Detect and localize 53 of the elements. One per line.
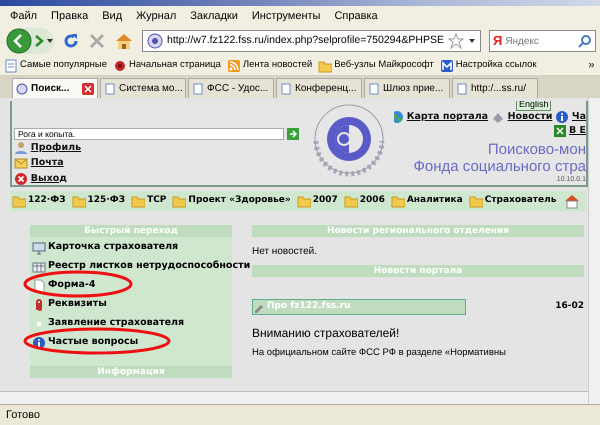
news-text: Нет новостей.	[252, 245, 318, 259]
menu-item[interactable]: Правка	[51, 8, 88, 24]
nav-link[interactable]: Новости	[508, 110, 552, 124]
nav-link[interactable]: Карта портала	[406, 110, 488, 124]
portal-title: Фонда социального стра	[413, 158, 586, 174]
user-link[interactable]: Профиль	[30, 141, 82, 156]
user-link[interactable]: Почта	[30, 156, 64, 170]
bookmark-link[interactable]: Веб-узлы Майкрософт	[318, 58, 434, 73]
panel-heading: Быстрый переход	[30, 225, 232, 237]
section-link[interactable]: 2007	[296, 194, 338, 208]
portal-title: Поисково-мон	[486, 140, 586, 158]
quick-link[interactable]: Карточка страхователя	[48, 240, 178, 255]
section-link[interactable]: Страхователь	[468, 194, 556, 208]
quick-link[interactable]: Заявление страхователя	[48, 316, 184, 331]
panel-heading: Новости регионального отделения	[252, 225, 584, 237]
browser-tab[interactable]: Поиск...	[12, 78, 98, 98]
menu-item[interactable]: Справка	[334, 8, 378, 24]
news-headline: Вниманию страхователей!	[252, 325, 400, 342]
browser-tab[interactable]: Система мо...	[100, 78, 186, 98]
bookmark-link[interactable]: Лента новостей	[226, 58, 312, 73]
bookmark-link[interactable]: Начальная страница	[112, 58, 221, 73]
menu-item[interactable]: Инструменты	[252, 8, 320, 24]
menu-item[interactable]: Журнал	[136, 8, 176, 24]
menu-item[interactable]: Файл	[10, 8, 38, 24]
quick-link[interactable]: Реестр листков нетрудоспособности	[48, 259, 250, 274]
section-link[interactable]: 2006	[344, 194, 385, 208]
browser-tab[interactable]: Шлюз прие...	[364, 78, 450, 98]
overflow-chevron[interactable]: »	[588, 57, 594, 74]
menu-item[interactable]: Вид	[102, 8, 122, 24]
status-text: Готово	[6, 408, 40, 424]
section-link[interactable]: Аналитика	[390, 194, 463, 208]
search-box[interactable]: Я Яндекс	[488, 30, 596, 52]
address-field[interactable]: http://w7.fz122.fss.ru/index.php?selprofile=750294&PHPSE	[142, 30, 481, 52]
excel-link[interactable]: В E	[568, 124, 586, 138]
bookmark-link[interactable]: Настройка ссылок	[440, 58, 537, 73]
section-link[interactable]: Проект «Здоровье»	[172, 194, 291, 208]
bookmark-link[interactable]: Самые популярные	[4, 58, 107, 73]
section-link[interactable]: 125·ФЗ	[72, 194, 126, 208]
news-body: На официальном сайте ФСС РФ в разделе «Нормативны	[252, 346, 507, 360]
news-date: 16-02	[555, 300, 584, 314]
quick-link[interactable]: Реквизиты	[48, 297, 107, 312]
organization-select[interactable]: Рога и копыта.	[14, 128, 284, 140]
search-engine-logo[interactable]: Я	[492, 31, 502, 51]
browser-tab[interactable]: ФСС - Удос...	[188, 78, 274, 98]
panel-heading: Новости портала	[252, 265, 584, 277]
user-link[interactable]: Выход	[30, 172, 67, 186]
browser-tab[interactable]: Конференц...	[276, 78, 362, 98]
panel-heading: Информация	[30, 366, 232, 378]
section-link[interactable]: 122·ФЗ	[12, 194, 66, 208]
menu-item[interactable]: Закладки	[190, 8, 238, 24]
browser-tab[interactable]: http:/...ss.ru/	[452, 78, 538, 98]
nav-link[interactable]: Ча	[572, 110, 586, 124]
section-link[interactable]: ТСР	[131, 194, 166, 208]
